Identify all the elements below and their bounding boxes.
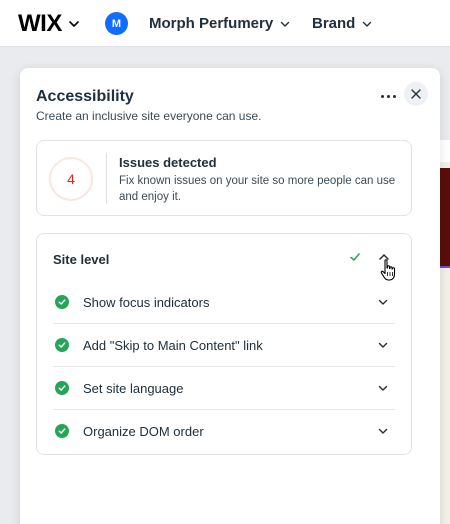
close-icon [411,89,421,99]
chevron-down-icon [378,342,388,348]
check-item-label: Show focus indicators [83,295,210,310]
chevron-down-icon [378,299,388,305]
chevron-down-icon [378,385,388,391]
brand-menu[interactable]: Brand [312,15,373,32]
site-name: Morph Perfumery [149,15,274,32]
issues-title: Issues detected [119,155,217,170]
issues-count-badge: 4 [49,157,93,201]
avatar[interactable]: M [105,12,128,35]
check-item-label: Add "Skip to Main Content" link [83,338,263,353]
accessibility-panel: Accessibility Create an inclusive site e… [20,68,440,524]
check-item-label: Set site language [83,381,184,396]
preview-banner [440,168,450,268]
more-options-button[interactable] [376,84,400,108]
site-level-title: Site level [53,252,110,267]
more-horizontal-icon [379,94,397,98]
site-level-header[interactable]: Site level [37,234,411,281]
check-item-site-language[interactable]: Set site language [53,367,395,410]
check-item-dom-order[interactable]: Organize DOM order [53,410,395,453]
chevron-down-icon [378,428,388,434]
site-level-section: Site level Show focus indicators Add "Sk… [36,233,412,455]
chevron-down-icon [363,21,372,27]
panel-subtitle: Create an inclusive site everyone can us… [36,109,262,123]
divider [106,153,107,204]
chevron-down-icon [281,21,290,27]
site-preview [440,140,450,524]
check-item-focus-indicators[interactable]: Show focus indicators [53,281,395,324]
hand-pointer-icon [380,259,396,281]
check-circle-icon [55,338,69,352]
brand-menu-label: Brand [312,15,356,32]
close-button[interactable] [404,82,428,106]
site-selector[interactable]: Morph Perfumery [149,15,291,32]
checkmark-icon [350,253,360,261]
issues-card: 4 Issues detected Fix known issues on yo… [36,140,412,216]
check-item-skip-link[interactable]: Add "Skip to Main Content" link [53,324,395,367]
panel-title: Accessibility [36,88,134,105]
wix-logo: WIX [18,10,62,37]
chevron-down-icon [69,21,79,27]
check-item-label: Organize DOM order [83,424,204,439]
wix-logo-menu[interactable]: WIX [18,10,80,38]
check-circle-icon [55,295,69,309]
issues-description: Fix known issues on your site so more pe… [119,175,396,203]
top-bar: WIX M Morph Perfumery Brand [0,0,450,47]
preview-header [440,140,450,162]
check-circle-icon [55,381,69,395]
check-circle-icon [55,424,69,438]
